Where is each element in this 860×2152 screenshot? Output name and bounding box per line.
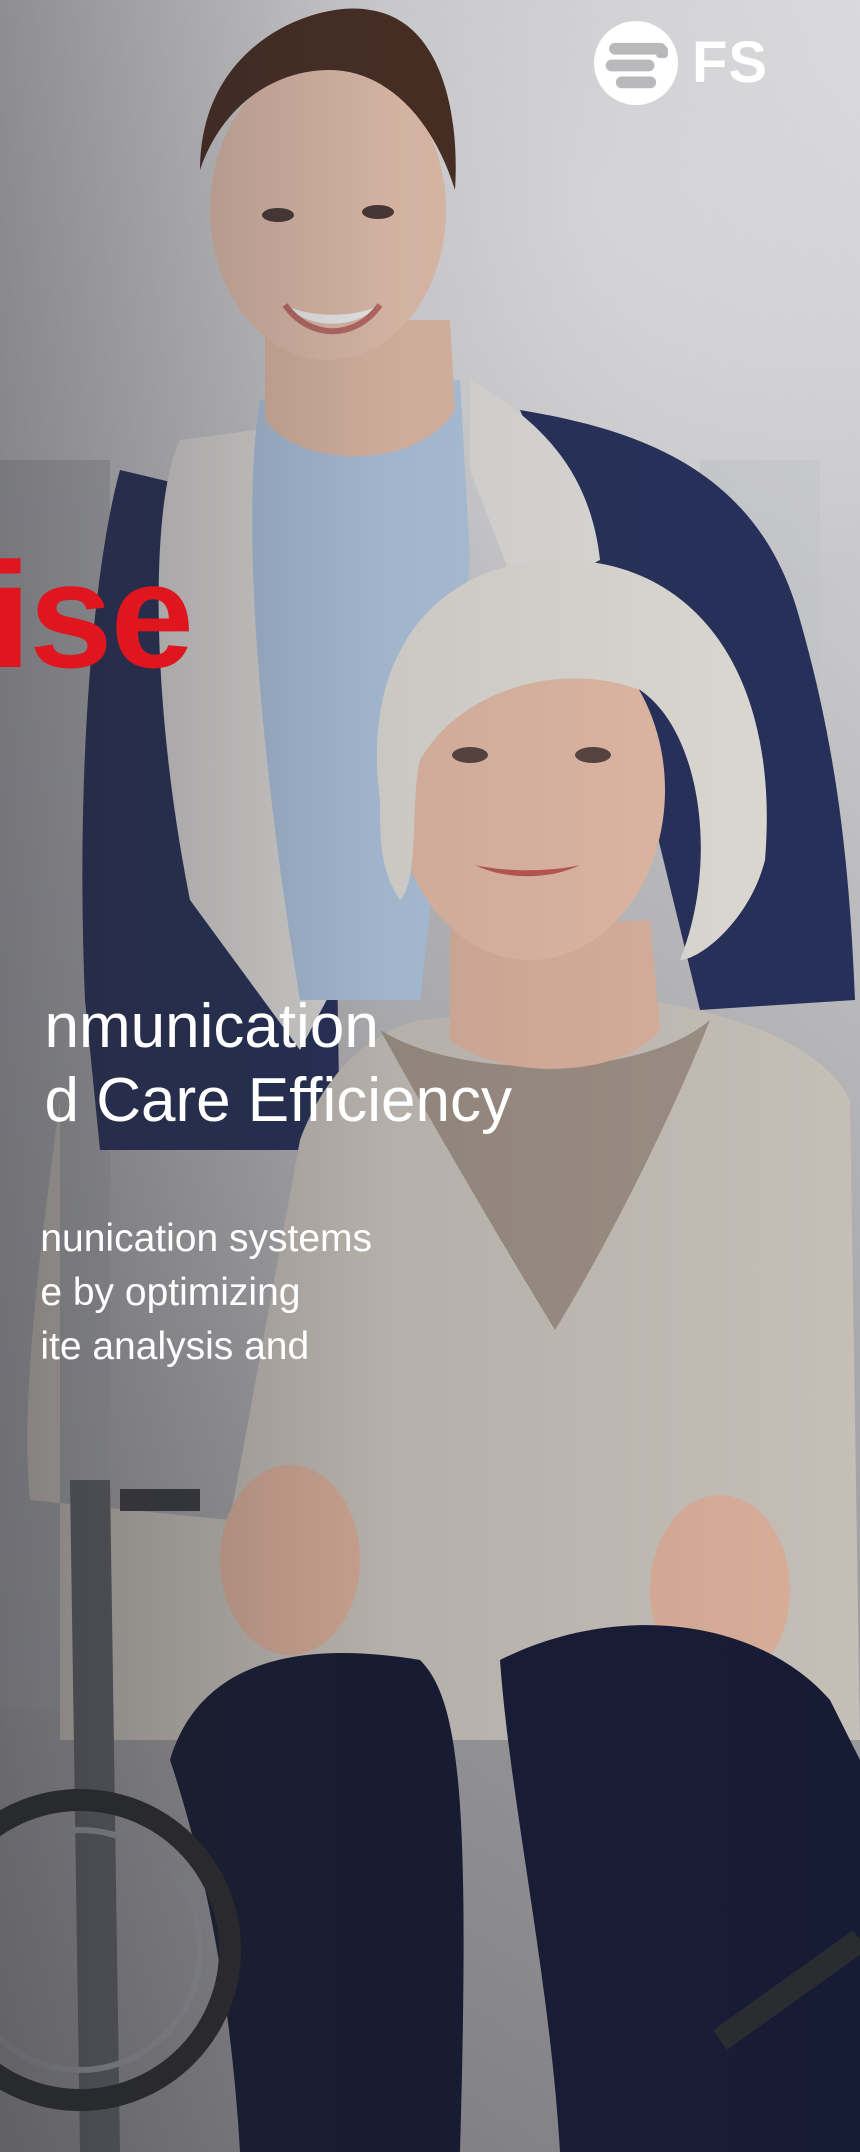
body-line-3: ite analysis and — [40, 1325, 310, 1368]
body-line-1: nunication systems — [40, 1217, 372, 1260]
page-subheadline: nmunication d Care Efficiency — [44, 990, 512, 1138]
page-headline: ise — [0, 531, 194, 699]
logo-wordmark: FS — [692, 30, 769, 95]
body-line-2: e by optimizing — [40, 1271, 301, 1314]
brand-logo[interactable]: FS — [594, 18, 774, 108]
subheadline-line-1: nmunication — [44, 992, 379, 1061]
fs-logo-icon — [594, 21, 678, 105]
hero-body-copy: nunication systems e by optimizing ite a… — [40, 1212, 372, 1374]
subheadline-line-2: d Care Efficiency — [44, 1066, 512, 1135]
